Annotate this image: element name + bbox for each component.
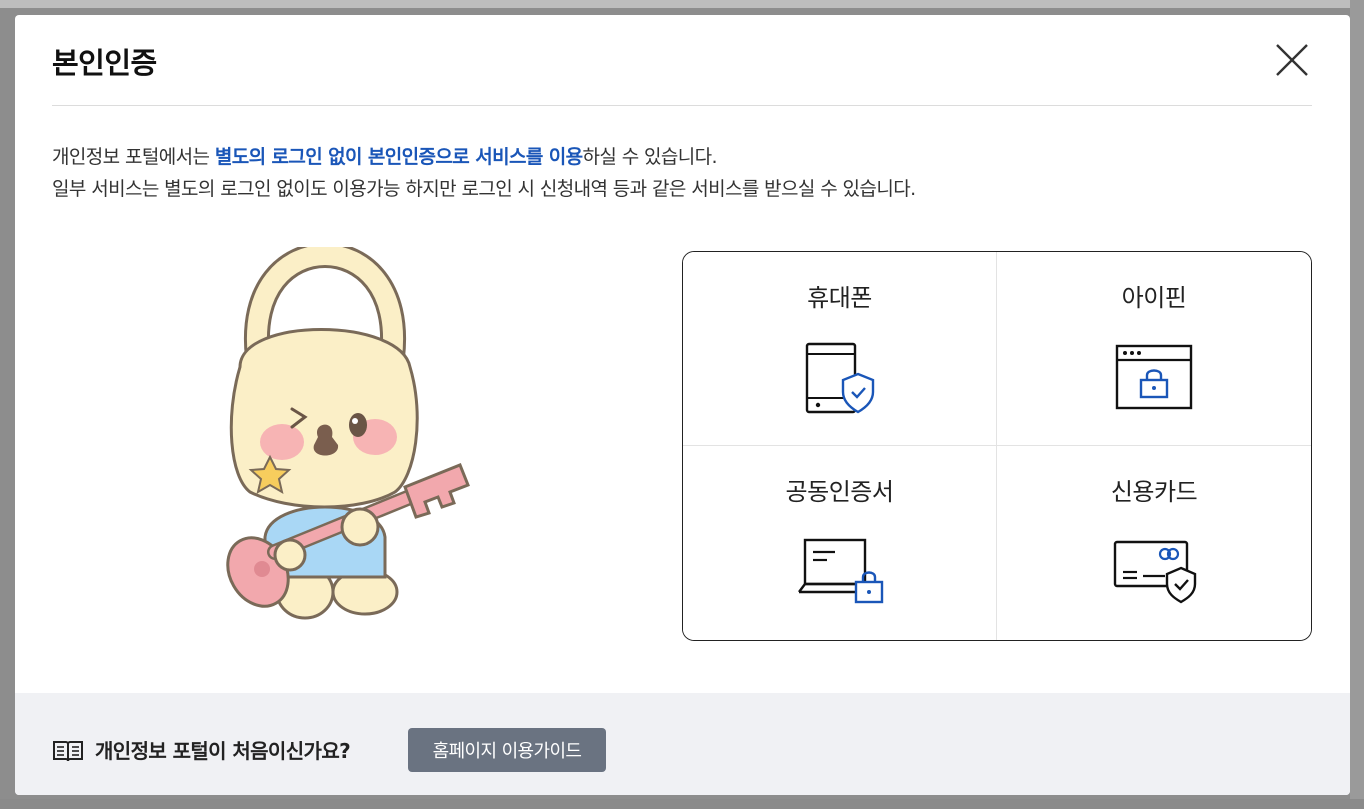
- intro-line-1-end: 하실 수 있습니다.: [582, 146, 718, 168]
- intro-line-1-start: 개인정보 포털에서는: [52, 146, 215, 168]
- browser-lock-icon: [1115, 344, 1193, 410]
- close-button[interactable]: [1273, 41, 1311, 79]
- book-icon: [53, 741, 83, 762]
- auth-option-phone[interactable]: 휴대폰: [683, 252, 997, 446]
- close-icon: [1276, 44, 1308, 76]
- first-visit-question: 개인정보 포털이 처음이신가요?: [95, 739, 351, 763]
- background-page-edge: [1350, 0, 1364, 809]
- lock-mascot-illustration: [226, 247, 470, 620]
- intro-line-1-highlight: 별도의 로그인 없이 본인인증으로 서비스를 이용: [214, 146, 583, 168]
- intro-line-1: 개인정보 포털에서는 별도의 로그인 없이 본인인증으로 서비스를 이용하실 수…: [52, 141, 1252, 173]
- title-divider: [52, 105, 1312, 106]
- phone-shield-icon: [805, 342, 874, 414]
- modal-footer: 개인정보 포털이 처음이신가요? 홈페이지 이용가이드: [15, 693, 1350, 795]
- modal-title: 본인인증: [52, 46, 157, 80]
- background-page-bottom: [0, 799, 1364, 809]
- auth-option-label: 아이핀: [1121, 284, 1187, 312]
- auth-option-label: 공동인증서: [785, 478, 894, 506]
- auth-option-certificate[interactable]: 공동인증서: [683, 446, 997, 640]
- auth-option-label: 신용카드: [1110, 478, 1198, 506]
- homepage-guide-button[interactable]: 홈페이지 이용가이드: [408, 728, 606, 772]
- auth-modal: 본인인증 개인정보 포털에서는 별도의 로그인 없이 본인인증으로 서비스를 이…: [15, 15, 1350, 795]
- laptop-lock-icon: [797, 538, 883, 604]
- background-breadcrumb-strip: [0, 0, 1364, 8]
- auth-option-credit-card[interactable]: 신용카드: [997, 446, 1311, 640]
- card-shield-icon: [1113, 540, 1197, 604]
- auth-options-grid: 휴대폰 아이핀 공동인증서 신용카드: [682, 251, 1312, 641]
- auth-option-ipin[interactable]: 아이핀: [997, 252, 1311, 446]
- intro-line-2: 일부 서비스는 별도의 로그인 없이도 이용가능 하지만 로그인 시 신청내역 …: [52, 178, 916, 200]
- auth-option-label: 휴대폰: [807, 284, 872, 312]
- intro-text: 개인정보 포털에서는 별도의 로그인 없이 본인인증으로 서비스를 이용하실 수…: [52, 141, 1252, 205]
